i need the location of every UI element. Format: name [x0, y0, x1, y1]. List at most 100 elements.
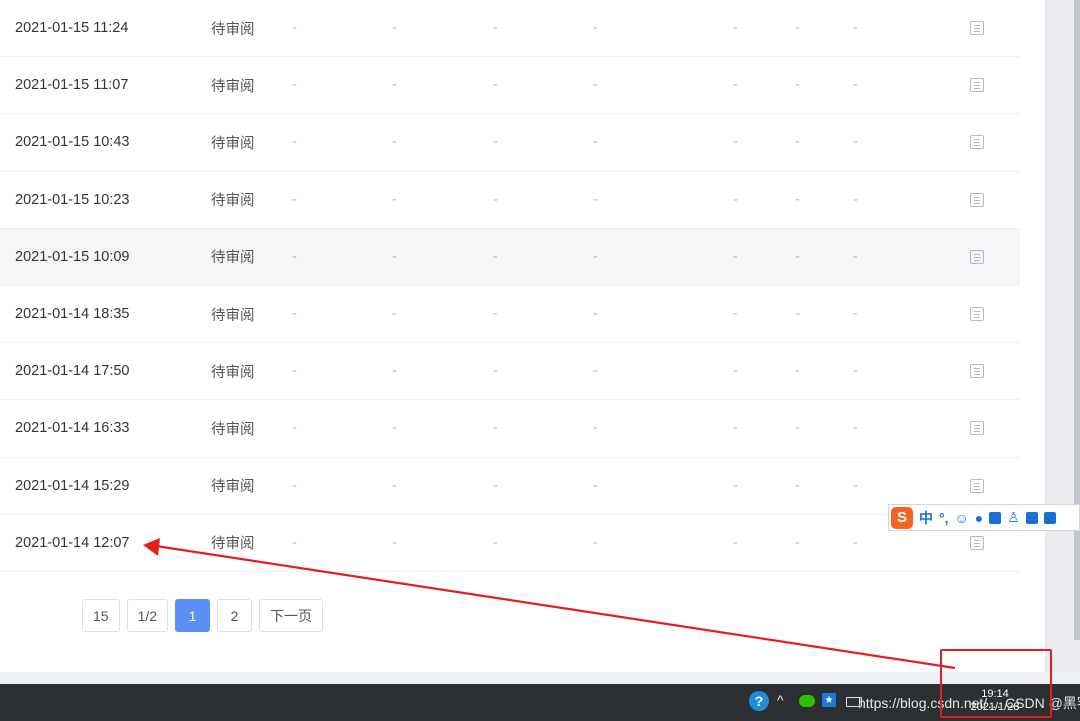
table-row[interactable]: 2021-01-14 18:35 待审阅 - - - - - - -	[0, 286, 1020, 344]
table-row[interactable]: 2021-01-14 15:29 待审阅 - - - - - - -	[0, 458, 1020, 515]
help-icon[interactable]: ?	[749, 691, 769, 711]
row-empty-cell: -	[795, 420, 800, 437]
row-detail-action[interactable]	[970, 343, 984, 399]
row-empty-cell: -	[292, 420, 297, 437]
row-empty-cell: -	[733, 363, 738, 380]
document-icon[interactable]	[970, 478, 984, 493]
row-empty-cell: -	[593, 191, 598, 208]
row-empty-cell: -	[292, 534, 297, 551]
row-detail-action[interactable]	[970, 286, 984, 342]
row-empty-cell: -	[292, 477, 297, 494]
row-empty-cell: -	[493, 420, 498, 437]
row-time: 2021-01-14 17:50	[15, 363, 130, 380]
row-status: 待审阅	[211, 421, 255, 438]
row-empty-cell: -	[392, 363, 397, 380]
chevron-up-icon[interactable]: ^	[777, 692, 784, 708]
row-empty-cell: -	[292, 134, 297, 151]
table-row[interactable]: 2021-01-15 11:07 待审阅 - - - - - - -	[0, 57, 1020, 115]
row-time: 2021-01-14 16:33	[15, 420, 130, 437]
row-empty-cell: -	[593, 134, 598, 151]
row-empty-cell: -	[853, 306, 858, 323]
row-empty-cell: -	[493, 191, 498, 208]
row-empty-cell: -	[853, 363, 858, 380]
row-status: 待审阅	[211, 307, 255, 324]
row-empty-cell: -	[593, 248, 598, 265]
row-empty-cell: -	[853, 248, 858, 265]
wechat-icon[interactable]	[799, 695, 815, 707]
table-row[interactable]: 2021-01-15 11:24 待审阅 - - - - - - -	[0, 0, 1020, 58]
next-page-button[interactable]: 下一页	[259, 599, 324, 632]
apps-grid-icon[interactable]	[1043, 511, 1056, 524]
keyboard-icon[interactable]	[989, 511, 1002, 524]
row-status: 待审阅	[211, 479, 255, 496]
ime-toolbar[interactable]: S 中 °, ☺ ● ♙	[888, 504, 1080, 531]
page-1-button[interactable]: 1	[175, 599, 211, 632]
row-empty-cell: -	[853, 191, 858, 208]
row-empty-cell: -	[493, 306, 498, 323]
page-indicator: 1/2	[126, 599, 169, 632]
row-status: 待审阅	[211, 21, 255, 38]
document-icon[interactable]	[970, 307, 984, 322]
tray-app-icon[interactable]: ★	[822, 693, 836, 707]
row-status: 待审阅	[211, 250, 255, 267]
document-icon[interactable]	[970, 535, 984, 550]
row-empty-cell: -	[392, 191, 397, 208]
row-time: 2021-01-15 11:07	[15, 77, 129, 94]
row-empty-cell: -	[853, 420, 858, 437]
row-empty-cell: -	[853, 20, 858, 37]
document-icon[interactable]	[970, 21, 984, 36]
table-row[interactable]: 2021-01-15 10:23 待审阅 - - - - - - -	[0, 172, 1020, 229]
document-icon[interactable]	[970, 78, 984, 93]
document-icon[interactable]	[970, 135, 984, 150]
row-detail-action[interactable]	[970, 114, 984, 170]
page-2-button[interactable]: 2	[217, 599, 253, 632]
row-empty-cell: -	[392, 248, 397, 265]
table-row[interactable]: 2021-01-14 17:50 待审阅 - - - - - - -	[0, 343, 1020, 401]
row-empty-cell: -	[392, 477, 397, 494]
row-status: 待审阅	[211, 364, 255, 381]
row-empty-cell: -	[795, 306, 800, 323]
row-empty-cell: -	[493, 363, 498, 380]
row-empty-cell: -	[392, 420, 397, 437]
page-size-select[interactable]: 15	[82, 599, 120, 632]
row-empty-cell: -	[292, 363, 297, 380]
row-empty-cell: -	[795, 77, 800, 94]
row-empty-cell: -	[795, 248, 800, 265]
ime-lang-toggle[interactable]: 中	[919, 508, 933, 528]
row-empty-cell: -	[733, 77, 738, 94]
row-time: 2021-01-14 15:29	[15, 477, 130, 494]
sogou-logo-icon[interactable]: S	[891, 506, 913, 529]
annotation-highlight-box	[940, 649, 1052, 718]
row-detail-action[interactable]	[970, 0, 984, 56]
table-row[interactable]: 2021-01-14 12:07 待审阅 - - - - - - -	[0, 515, 1020, 572]
row-empty-cell: -	[733, 191, 738, 208]
row-empty-cell: -	[593, 363, 598, 380]
skin-icon[interactable]	[1025, 511, 1038, 524]
scrollbar-thumb[interactable]	[1074, 0, 1080, 640]
ime-punct-toggle[interactable]: °,	[939, 510, 949, 526]
document-icon[interactable]	[970, 364, 984, 379]
document-icon[interactable]	[970, 421, 984, 436]
record-table: 2021-01-15 11:24 待审阅 - - - - - - -2021-01-15 11:…	[0, 0, 1020, 572]
row-detail-action[interactable]	[970, 400, 984, 456]
row-empty-cell: -	[593, 306, 598, 323]
row-empty-cell: -	[795, 363, 800, 380]
document-icon[interactable]	[970, 192, 984, 207]
table-row[interactable]: 2021-01-14 16:33 待审阅 - - - - - - -	[0, 400, 1020, 458]
document-icon[interactable]	[970, 249, 984, 264]
user-icon[interactable]: ♙	[1007, 509, 1020, 526]
taskbar: ? ^ ★ https://blog.csdn.net/… CSDN @黑客幻象…	[0, 684, 1080, 721]
row-empty-cell: -	[733, 420, 738, 437]
emoji-icon[interactable]: ☺	[955, 510, 969, 526]
table-row[interactable]: 2021-01-15 10:43 待审阅 - - - - - - -	[0, 114, 1020, 172]
row-empty-cell: -	[795, 134, 800, 151]
mic-icon[interactable]: ●	[975, 510, 983, 526]
row-detail-action[interactable]	[970, 172, 984, 228]
table-row[interactable]: 2021-01-15 10:09 待审阅 - - - - - - -	[0, 228, 1020, 286]
row-time: 2021-01-15 10:23	[15, 191, 130, 208]
row-detail-action[interactable]	[970, 229, 984, 285]
row-status: 待审阅	[211, 135, 255, 152]
row-time: 2021-01-14 18:35	[15, 306, 130, 323]
row-empty-cell: -	[392, 534, 397, 551]
row-detail-action[interactable]	[970, 57, 984, 113]
